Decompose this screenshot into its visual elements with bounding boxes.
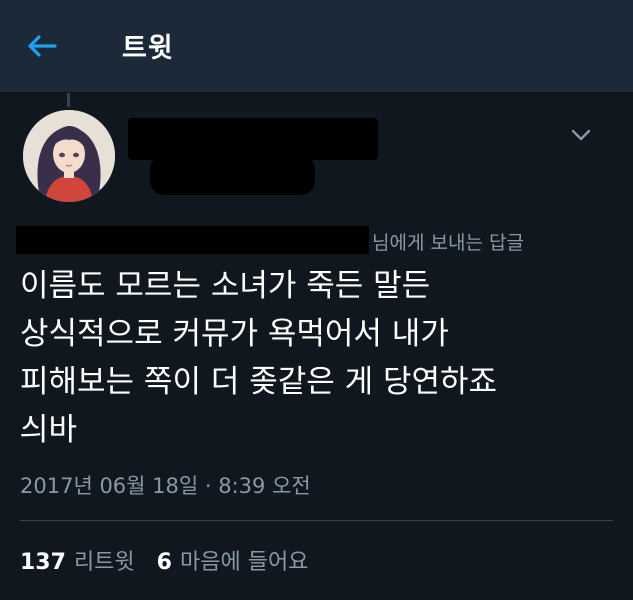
avatar-image — [23, 110, 115, 202]
page-title: 트윗 — [122, 33, 174, 64]
likes-label: 마음에 들어요 — [179, 550, 309, 575]
reply-to-label: 님에게 보내는 답글 — [372, 232, 524, 254]
tweet-stats: 137 리트윗 6 마음에 들어요 — [20, 544, 330, 576]
divider — [20, 520, 613, 521]
retweets-stat[interactable]: 137 리트윗 — [20, 544, 135, 576]
back-button[interactable] — [24, 28, 60, 64]
tweet-menu-button[interactable] — [568, 124, 594, 146]
thread-connector-line — [67, 93, 70, 107]
retweets-count: 137 — [20, 550, 66, 575]
redacted-reply-target — [16, 226, 369, 254]
top-bar: 트윗 — [0, 0, 633, 93]
tweet-text: 이름도 모르는 소녀가 죽든 말든 상식적으로 커뮤가 욕먹어서 내가 피해보는… — [20, 268, 498, 448]
chevron-down-icon — [571, 129, 591, 141]
likes-stat[interactable]: 6 마음에 들어요 — [157, 544, 309, 576]
redacted-username — [150, 155, 315, 195]
retweets-label: 리트윗 — [73, 550, 135, 575]
likes-count: 6 — [156, 550, 172, 575]
arrow-left-icon — [28, 35, 57, 57]
redacted-display-name — [128, 118, 378, 160]
tweet-timestamp[interactable]: 2017년 06월 18일 · 8:39 오전 — [20, 470, 311, 500]
avatar[interactable] — [23, 110, 115, 202]
